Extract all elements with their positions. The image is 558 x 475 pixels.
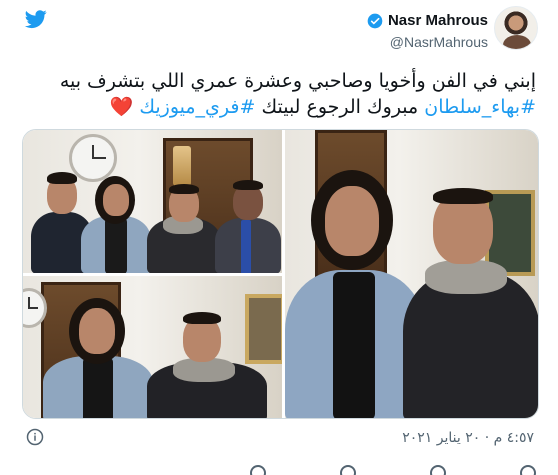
verified-badge-icon — [367, 13, 383, 28]
tweet-middle-text: مبروك الرجوع لبيتك — [255, 96, 425, 118]
photo-two-men-right[interactable] — [285, 130, 538, 418]
display-name[interactable]: Nasr Mahrous — [388, 12, 488, 29]
user-handle[interactable]: @NasrMahrous — [390, 34, 488, 50]
tweet-actions — [0, 462, 558, 475]
hashtag-link[interactable]: #فري_ميوزيك — [139, 96, 255, 118]
share-icon[interactable] — [250, 465, 266, 475]
copy-link-icon[interactable] — [340, 465, 356, 475]
reply-icon[interactable] — [430, 465, 446, 475]
tweet-card: Nasr Mahrous @NasrMahrous إبني في الفن و… — [0, 0, 558, 475]
tweet-line-1: إبني في الفن وأخويا وصاحبي وعشرة عمري ال… — [59, 70, 536, 92]
photo-two-men-left[interactable] — [23, 276, 282, 418]
tweet-line-2: #بهاء_سلطان مبروك الرجوع لبيتك #فري_ميوز… — [16, 94, 536, 120]
tweet-timestamp[interactable]: ٤:٥٧ م · ٢٠ يناير ٢٠٢١ — [402, 430, 534, 446]
author-name-row[interactable]: Nasr Mahrous — [367, 12, 488, 29]
hashtag-link[interactable]: #بهاء_سلطان — [424, 96, 536, 118]
like-icon[interactable] — [520, 465, 536, 475]
info-icon[interactable] — [26, 428, 44, 446]
avatar[interactable] — [494, 6, 538, 50]
media-grid — [22, 129, 539, 419]
heart-emoji: ❤️ — [109, 96, 134, 118]
twitter-bird-icon[interactable] — [24, 8, 48, 30]
photo-group-four-men[interactable] — [23, 130, 282, 273]
tweet-text: إبني في الفن وأخويا وصاحبي وعشرة عمري ال… — [16, 68, 536, 120]
